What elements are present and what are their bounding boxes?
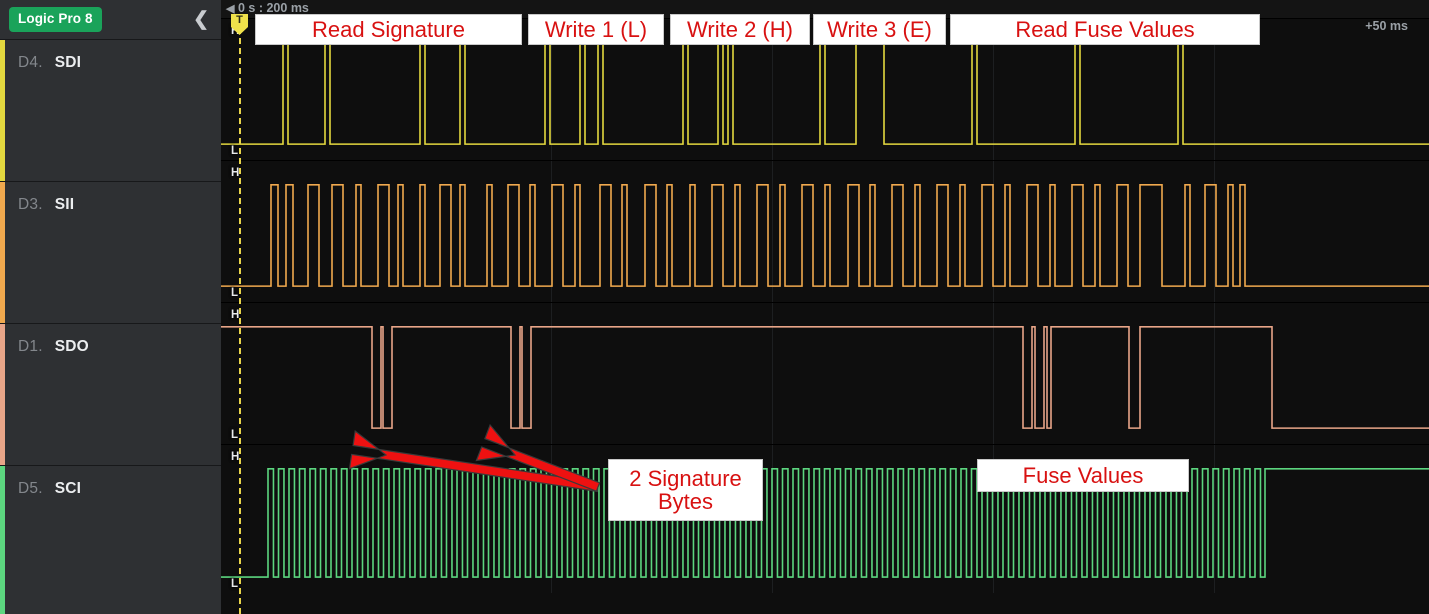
annotation-note-1: 2 Signature Bytes: [608, 459, 763, 521]
waveform-lane-sci[interactable]: HL: [221, 444, 1429, 593]
app-topbar: Logic Pro 8 ❮: [0, 0, 221, 39]
timeline-offset-label: +50 ms: [1365, 19, 1408, 33]
waveform-plot[interactable]: HLHLHLHL: [221, 18, 1429, 614]
waveform-lane-sdo[interactable]: HL: [221, 302, 1429, 444]
channel-accent-bar: [0, 40, 5, 181]
channel-row-sii[interactable]: D3. SII: [0, 181, 221, 323]
trigger-cursor-line[interactable]: [239, 18, 241, 614]
axis-low-label: L: [231, 145, 239, 157]
app-logo-badge[interactable]: Logic Pro 8: [9, 7, 102, 32]
channel-row-sdo[interactable]: D1. SDO: [0, 323, 221, 465]
channel-row-sdi[interactable]: D4. SDI: [0, 39, 221, 181]
waveform-trace-sci: [221, 445, 1429, 593]
channel-id: D4.: [18, 54, 43, 71]
channel-label: D3. SII: [18, 196, 74, 214]
chevron-left-icon[interactable]: ❮: [193, 10, 209, 29]
annotation-phase-2: Write 1 (L): [528, 14, 664, 45]
annotation-phase-3: Write 2 (H): [670, 14, 810, 45]
channel-label: D4. SDI: [18, 54, 81, 72]
channel-id: D3.: [18, 196, 43, 213]
annotation-note-2: Fuse Values: [977, 459, 1189, 492]
channel-name: SII: [54, 196, 75, 213]
waveform-trace-sdo: [221, 303, 1429, 444]
channel-name: SCI: [54, 480, 82, 497]
annotation-phase-4: Write 3 (E): [813, 14, 946, 45]
waveform-lane-sii[interactable]: HL: [221, 160, 1429, 302]
channel-label: D5. SCI: [18, 480, 81, 498]
channel-name: SDI: [54, 54, 82, 71]
timeline-start-label: 0 s : 200 ms: [238, 1, 309, 15]
channel-id: D5.: [18, 480, 43, 497]
channel-row-sci[interactable]: D5. SCI: [0, 465, 221, 614]
axis-low-label: L: [231, 429, 239, 441]
logic-analyzer-window: Logic Pro 8 ❮ D4. SDI D3. SII D1. SDO D5. SCI ◀…: [0, 0, 1429, 614]
annotation-phase-5: Read Fuse Values: [950, 14, 1260, 45]
timeline-caret-icon: ◀: [226, 3, 235, 15]
waveform-trace-sii: [221, 161, 1429, 302]
channel-label: D1. SDO: [18, 338, 89, 356]
channel-accent-bar: [0, 466, 5, 614]
annotation-phase-1: Read Signature: [255, 14, 522, 45]
axis-low-label: L: [231, 287, 239, 299]
axis-low-label: L: [231, 578, 239, 590]
channel-sidebar: D4. SDI D3. SII D1. SDO D5. SCI: [0, 39, 221, 614]
channel-accent-bar: [0, 182, 5, 323]
channel-accent-bar: [0, 324, 5, 465]
channel-name: SDO: [54, 338, 89, 355]
channel-id: D1.: [18, 338, 43, 355]
